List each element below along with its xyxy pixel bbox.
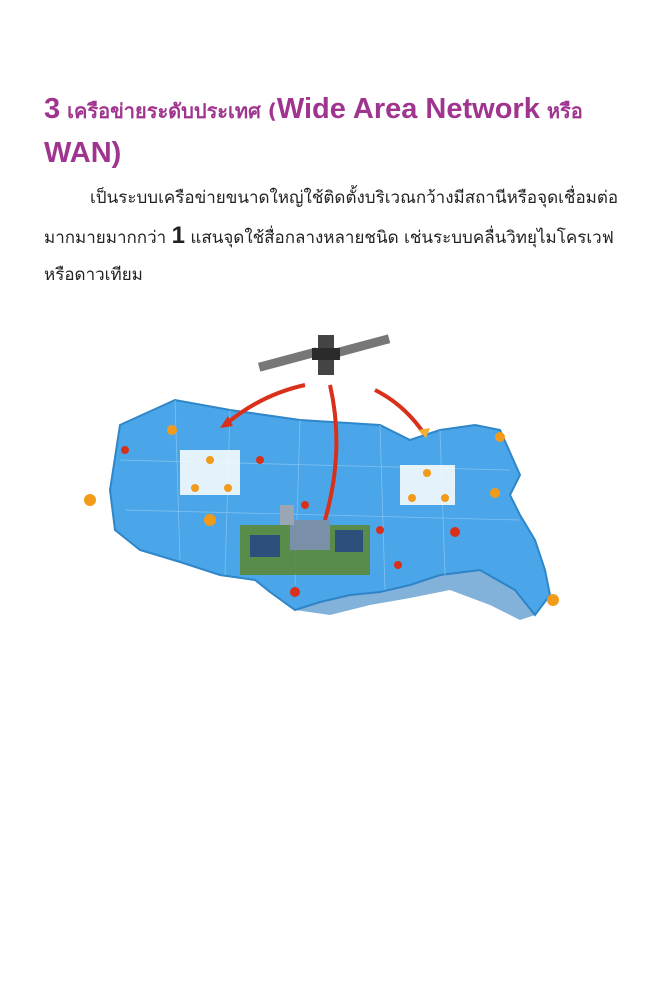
body-paragraph: เป็นระบบเครือข่ายขนาดใหญ่ใช้ติดตั้งบริเว… bbox=[44, 180, 644, 294]
network-cluster-left bbox=[180, 450, 240, 495]
heading-thai-title: เครือข่ายระดับประเทศ bbox=[67, 99, 261, 123]
paragraph-number: 1 bbox=[171, 222, 185, 249]
heading-number: 3 bbox=[44, 93, 61, 125]
heading-english-title: Wide Area Network bbox=[276, 93, 540, 125]
satellite-icon bbox=[257, 334, 391, 375]
heading-or-word: หรือ bbox=[546, 99, 583, 123]
wan-illustration bbox=[84, 334, 559, 620]
network-cluster-right bbox=[400, 465, 455, 505]
heading-abbr: WAN) bbox=[44, 137, 122, 169]
section-heading: 3 เครือข่ายระดับประเทศ (Wide Area Networ… bbox=[44, 88, 634, 176]
heading-paren: ( bbox=[267, 99, 277, 123]
